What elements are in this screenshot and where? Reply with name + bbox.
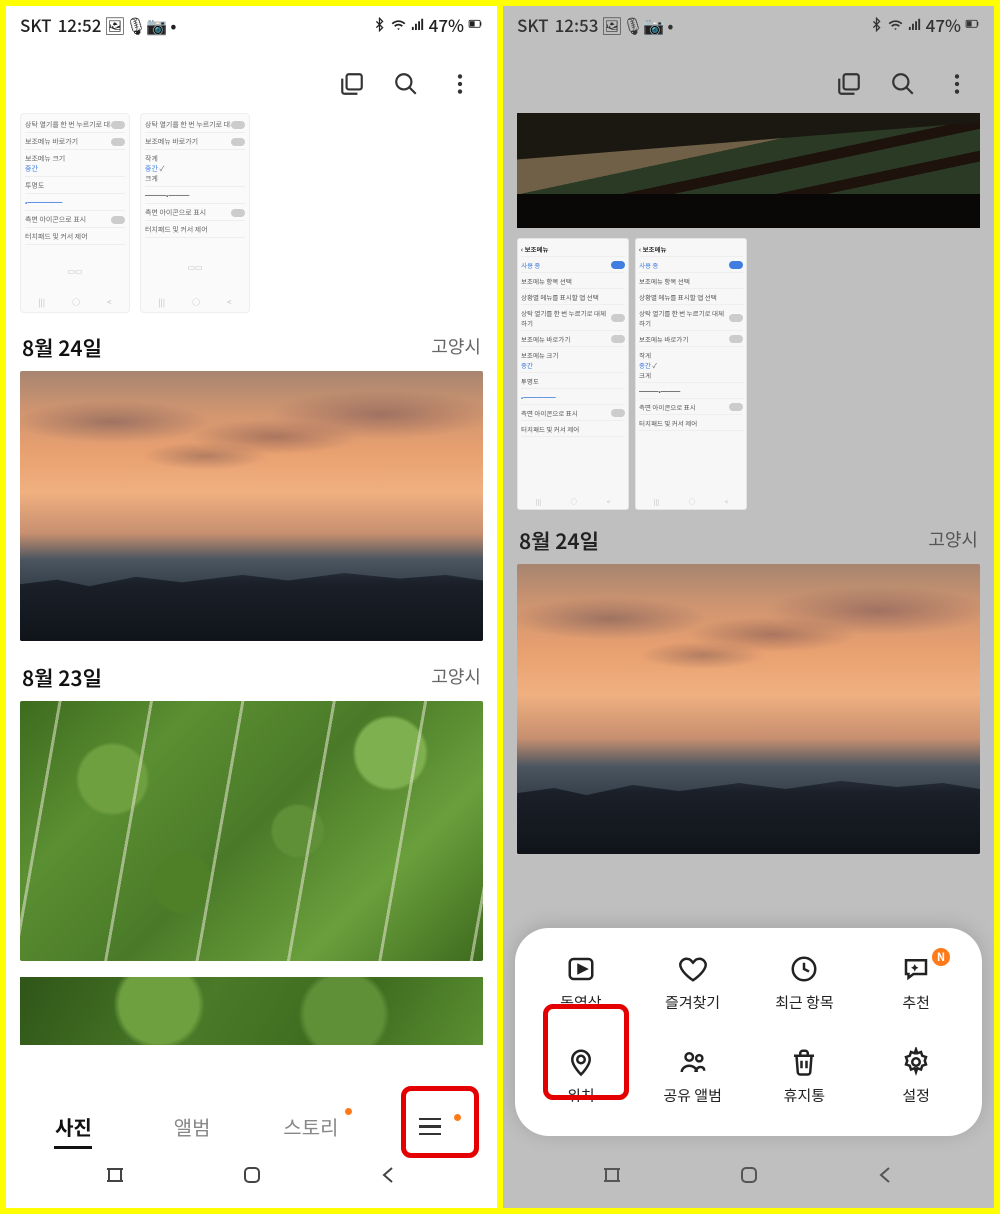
wifi-icon [391,17,406,32]
signal-icon [410,17,425,32]
bluetooth-icon [869,17,884,32]
app-icon: 🎙 [625,17,640,32]
screenshot-thumbnails: 상탁 열기를 한 번 누르기로 대체하기 보조메뉴 바로가기 보조메뉴 크기중간… [6,113,497,327]
sheet-item-trash[interactable]: 휴지통 [749,1047,861,1106]
left-screenshot: SKT 12:52 🖼 🎙 📷 • 47% [6,6,497,1208]
menu-bottom-sheet: 동영상 즐겨찾기 최근 항목 N 추천 위치 공유 앨범 [515,928,982,1136]
android-nav-bar [503,1151,994,1208]
date-label: 8월 24일 [22,333,102,363]
photo-palace[interactable] [517,113,980,228]
date-header: 8월 24일 고양시 [6,327,497,369]
thumbnail-item[interactable]: ‹ 보조메뉴 사용 중 보조메뉴 항목 선택 상황별 메뉴를 표시할 앱 선택 … [635,238,747,510]
back-icon[interactable] [874,1163,898,1192]
select-icon[interactable] [339,71,365,97]
sheet-item-recent[interactable]: 최근 항목 [749,954,861,1013]
tab-stories[interactable]: 스토리 [252,1112,371,1141]
heart-icon [678,954,708,984]
home-icon[interactable] [737,1163,761,1192]
top-action-bar [503,43,994,113]
date-label: 8월 23일 [22,663,102,693]
thumbnail-item[interactable]: ‹ 보조메뉴 사용 중 보조메뉴 항목 선택 상황별 메뉴를 표시할 앱 선택 … [517,238,629,510]
location-label: 고양시 [431,663,481,693]
picture-icon: 🖼 [604,17,619,32]
hamburger-icon [370,1118,489,1136]
more-indicator: • [170,12,176,37]
status-bar: SKT 12:52 🖼 🎙 📷 • 47% [6,6,497,43]
notification-dot-icon [345,1108,352,1115]
search-icon[interactable] [890,71,916,97]
date-header: 8월 23일 고양시 [6,657,497,699]
more-indicator: • [667,12,673,37]
top-action-bar [6,43,497,113]
battery-label: 47% [429,12,464,37]
battery-icon [965,17,980,32]
new-badge-icon: N [932,948,950,966]
date-label: 8월 24일 [519,526,599,556]
picture-icon: 🖼 [107,17,122,32]
app-icon-2: 📷 [149,17,164,32]
clock-label: 12:53 [555,12,599,37]
bottom-tab-bar: 사진 앨범 스토리 [6,1096,497,1151]
notification-dot-icon [454,1114,461,1121]
location-label: 고양시 [928,526,978,556]
sheet-item-shared[interactable]: 공유 앨범 [637,1047,749,1106]
tab-menu[interactable] [370,1118,489,1136]
thumbnail-item[interactable]: 상탁 열기를 한 번 누르기로 대체하기 보조메뉴 바로가기 작게중간 ✓크게 … [140,113,250,313]
carrier-label: SKT [20,12,52,37]
bluetooth-icon [372,17,387,32]
sheet-item-suggestions[interactable]: N 추천 [860,954,972,1013]
location-label: 고양시 [431,333,481,363]
more-icon[interactable] [447,71,473,97]
recents-icon[interactable] [600,1163,624,1192]
sheet-item-location[interactable]: 위치 [525,1047,637,1106]
more-icon[interactable] [944,71,970,97]
search-icon[interactable] [393,71,419,97]
battery-label: 47% [926,12,961,37]
android-nav-bar [6,1151,497,1208]
sheet-item-settings[interactable]: 설정 [860,1047,972,1106]
app-icon: 🎙 [128,17,143,32]
status-bar: SKT 12:53 🖼 🎙 📷 • 47% [503,6,994,43]
carrier-label: SKT [517,12,549,37]
app-icon-2: 📷 [646,17,661,32]
sheet-item-videos[interactable]: 동영상 [525,954,637,1013]
tab-albums[interactable]: 앨범 [133,1112,252,1141]
photo-plants-2[interactable] [20,977,483,1045]
clock-icon [789,954,819,984]
screenshot-thumbnails: ‹ 보조메뉴 사용 중 보조메뉴 항목 선택 상황별 메뉴를 표시할 앱 선택 … [503,234,994,520]
sparkle-chat-icon [901,954,931,984]
location-pin-icon [566,1047,596,1077]
gear-icon [901,1047,931,1077]
recents-icon[interactable] [103,1163,127,1192]
back-icon[interactable] [377,1163,401,1192]
people-icon [678,1047,708,1077]
wifi-icon [888,17,903,32]
play-icon [566,954,596,984]
home-icon[interactable] [240,1163,264,1192]
thumbnail-item[interactable]: 상탁 열기를 한 번 누르기로 대체하기 보조메뉴 바로가기 보조메뉴 크기중간… [20,113,130,313]
sheet-item-favorites[interactable]: 즐겨찾기 [637,954,749,1013]
right-screenshot: SKT 12:53 🖼 🎙 📷 • 47% ‹ 보조메뉴 사용 중 보조메뉴 항… [503,6,994,1208]
photo-plants[interactable] [20,701,483,961]
select-icon[interactable] [836,71,862,97]
clock-label: 12:52 [58,12,102,37]
photo-sunset[interactable] [517,564,980,854]
tab-photos[interactable]: 사진 [14,1112,133,1141]
photo-sunset[interactable] [20,371,483,641]
date-header: 8월 24일 고양시 [503,520,994,562]
trash-icon [789,1047,819,1077]
signal-icon [907,17,922,32]
battery-icon [468,17,483,32]
